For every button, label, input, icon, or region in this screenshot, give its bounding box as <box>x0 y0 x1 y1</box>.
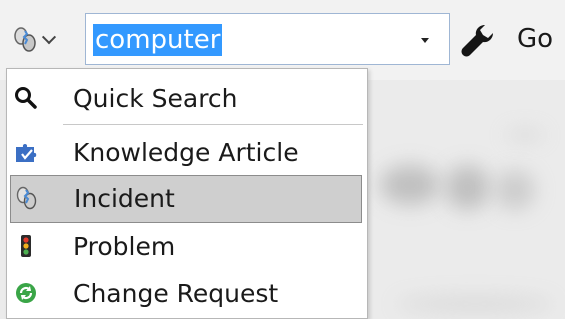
search-input[interactable]: computer <box>85 13 450 65</box>
menu-item-knowledge-article[interactable]: Knowledge Article <box>7 129 367 177</box>
menu-item-label: Knowledge Article <box>73 138 299 167</box>
recycle-icon <box>16 283 36 303</box>
record-type-menu: Quick Search Knowledge Article Incident … <box>6 68 368 319</box>
record-type-selector[interactable] <box>10 20 80 60</box>
go-button[interactable]: Go <box>517 22 553 56</box>
menu-item-problem[interactable]: Problem <box>7 223 367 271</box>
incident-icon <box>16 186 37 210</box>
menu-item-label: Incident <box>74 184 175 213</box>
menu-separator <box>63 124 363 125</box>
magnifier-icon <box>15 87 37 109</box>
menu-item-label: Problem <box>73 232 176 261</box>
wrench-icon[interactable] <box>458 20 498 60</box>
traffic-light-icon <box>21 235 31 257</box>
menu-item-change-request[interactable]: Change Request <box>7 270 367 318</box>
dropdown-arrow-icon[interactable] <box>421 38 429 43</box>
search-input-value: computer <box>93 24 223 56</box>
menu-item-label: Change Request <box>73 279 279 308</box>
menu-item-quick-search[interactable]: Quick Search <box>7 75 367 123</box>
chevron-down-icon <box>41 30 57 45</box>
menu-item-incident[interactable]: Incident <box>10 175 362 223</box>
puzzle-icon <box>16 144 37 162</box>
menu-item-label: Quick Search <box>73 84 238 113</box>
incident-icon <box>14 27 36 52</box>
